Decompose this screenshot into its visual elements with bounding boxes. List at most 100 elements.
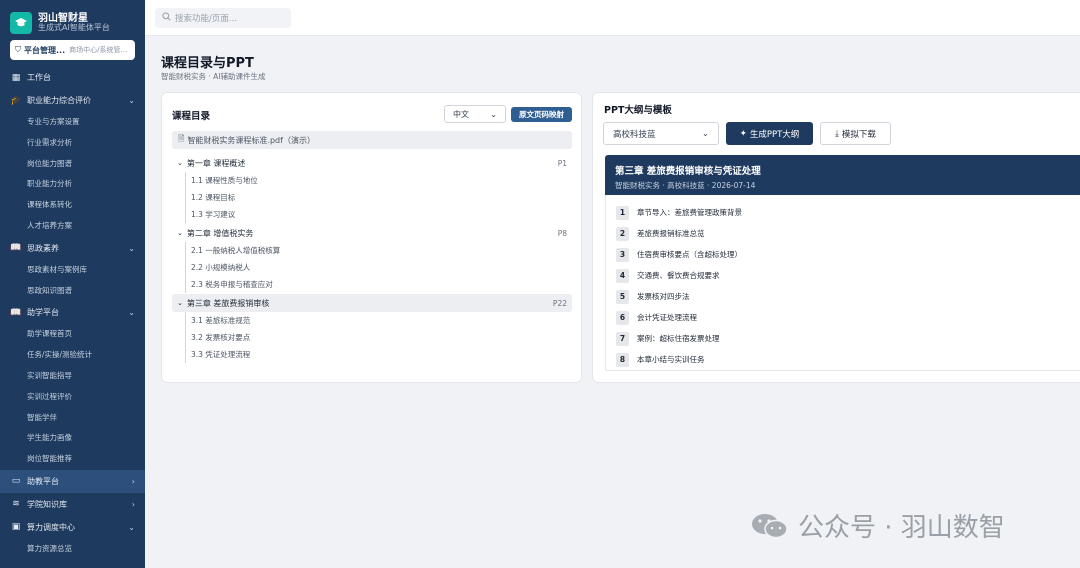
generate-outline-label: 生成PPT大纲 (749, 129, 800, 140)
section-row[interactable]: 3.2 发票核对要点 (186, 329, 572, 346)
sidebar-sub-item[interactable]: 岗位能力图谱 (0, 154, 145, 175)
catalog-card: 课程目录 中文 ⌄ 原文页码映射 🗎 智能财税实务课程标准.pdf（演示） ⌄ … (161, 92, 582, 383)
sidebar-sub-item[interactable]: 专业与方案设置 (0, 112, 145, 133)
sidebar-sub-item[interactable]: 助学课程首页 (0, 324, 145, 345)
role-main: 平台管理... (24, 45, 66, 55)
chevron-down-icon: ⌄ (177, 229, 183, 237)
outline-item: 5 发票核对四步法 (616, 286, 1080, 307)
section-row[interactable]: 3.3 凭证处理流程 (186, 346, 572, 363)
sidebar-sub-item[interactable]: 思政素材与案例库 (0, 260, 145, 281)
sidebar-sub-item[interactable]: 人才培养方案 (0, 216, 145, 237)
chevron-down-icon: ⌄ (177, 159, 183, 167)
role-switcher[interactable]: ⛉ 平台管理... 商场中心/系统管... (10, 40, 135, 60)
brand: 羽山智财星 生成式AI智能体平台 (0, 0, 145, 36)
download-label: 模拟下载 (841, 129, 876, 140)
nav-group-study[interactable]: 📖 助学平台 ⌄ (0, 301, 145, 324)
sparkle-icon: ✦ (739, 128, 747, 139)
sidebar-sub-item[interactable]: 任务/实操/测验统计 (0, 345, 145, 366)
search-input[interactable]: 搜索功能/页面... (155, 8, 291, 28)
chevron-down-icon: ⌄ (701, 128, 709, 139)
template-value: 高校科技蓝 (613, 129, 656, 140)
ppt-card: PPT大纲与模板 高校科技蓝 ⌄ ✦ 生成PPT大纲 ⤓ 模拟下载 第三章 差旅… (592, 92, 1080, 383)
outline-number: 7 (616, 331, 629, 346)
chevron-down-icon: ⌄ (128, 243, 135, 253)
slide-preview-header: 第三章 差旅费报销审核与凭证处理 智能财税实务 · 高校科技蓝 · 2026-0… (605, 155, 1080, 195)
outline-number: 1 (616, 205, 629, 220)
sidebar-sub-item[interactable]: 智能学伴 (0, 408, 145, 429)
chevron-right-icon: › (131, 476, 135, 486)
chapter-title: 第一章 课程概述 (186, 158, 246, 168)
shield-icon: ⛉ (15, 45, 21, 54)
download-button[interactable]: ⤓ 模拟下载 (820, 122, 891, 145)
nav-group-label: 算力调度中心 (27, 522, 75, 532)
sidebar-sub-item[interactable]: 思政知识图谱 (0, 281, 145, 302)
nav-group-ideology[interactable]: 📖 思政素养 ⌄ (0, 237, 145, 260)
outline-text: 会计凭证处理流程 (637, 313, 697, 322)
nav-group-compute[interactable]: ▣ 算力调度中心 ⌄ (0, 516, 145, 539)
sidebar-sub-item[interactable]: 课程体系转化 (0, 195, 145, 216)
outline-number: 4 (616, 268, 629, 283)
topbar: 搜索功能/页面... (145, 0, 1080, 36)
outline-text: 差旅费报销标准总览 (637, 229, 705, 238)
nav-group-ability[interactable]: 🎓 职业能力综合评价 ⌄ (0, 89, 145, 112)
outline-item: 3 住宿费审核要点（含超标处理） (616, 244, 1080, 265)
book-icon: 📖 (10, 307, 22, 318)
nav-group-knowledge[interactable]: ≋ 学院知识库 › (0, 493, 145, 516)
section-row[interactable]: 2.1 一般纳税人增值税核算 (186, 242, 572, 259)
outline-text: 章节导入：差旅费管理政策背景 (637, 208, 742, 217)
chapter-row-selected[interactable]: ⌄ 第三章 差旅费报销审核 P22 (172, 294, 572, 312)
outline-text: 案例：超标住宿发票处理 (637, 334, 720, 343)
sidebar-sub-item[interactable]: 职业能力分析 (0, 174, 145, 195)
outline-item: 1 章节导入：差旅费管理政策背景 (616, 202, 1080, 223)
nav-group-teaching[interactable]: ▭ 助教平台 › (0, 469, 145, 493)
chapter-row[interactable]: ⌄ 第一章 课程概述 P1 (172, 154, 572, 172)
template-select[interactable]: 高校科技蓝 ⌄ (603, 122, 719, 145)
section-row[interactable]: 1.1 课程性质与地位 (186, 172, 572, 189)
nav-workbench[interactable]: ▦ 工作台 (0, 66, 145, 89)
monitor-icon: ▭ (11, 476, 21, 487)
sidebar-sub-item[interactable]: 实训智能指导 (0, 366, 145, 387)
sidebar-sub-item[interactable]: 算力资源总览 (0, 539, 145, 560)
section-row[interactable]: 1.2 课程目标 (186, 189, 572, 206)
sidebar: 羽山智财星 生成式AI智能体平台 ⛉ 平台管理... 商场中心/系统管... ▦… (0, 0, 145, 568)
section-row[interactable]: 2.3 税务申报与稽查应对 (186, 276, 572, 293)
section-row[interactable]: 3.1 差旅标准规范 (186, 312, 572, 329)
outline-item: 8 本章小结与实训任务 (616, 349, 1080, 370)
page-mapping-button[interactable]: 原文页码映射 (511, 107, 572, 122)
page-title: 课程目录与PPT (161, 56, 254, 71)
sidebar-sub-item[interactable]: 行业需求分析 (0, 133, 145, 154)
watermark: 公众号 · 羽山数智 (750, 507, 1005, 544)
nav-workbench-label: 工作台 (27, 73, 51, 82)
chapter-row[interactable]: ⌄ 第二章 增值税实务 P8 (172, 224, 572, 242)
chevron-right-icon: › (131, 499, 135, 509)
outline-number: 6 (616, 310, 629, 325)
outline-item: 4 交通费、餐饮费合规要求 (616, 265, 1080, 286)
slide-outline: 1 章节导入：差旅费管理政策背景 2 差旅费报销标准总览 3 住宿费审核要点（含超标处… (605, 195, 1080, 371)
file-icon: 🗎 (178, 134, 185, 143)
language-select[interactable]: 中文 ⌄ (444, 105, 506, 123)
chevron-down-icon: ⌄ (128, 96, 135, 105)
language-value: 中文 (453, 109, 469, 119)
catalog-title: 课程目录 (172, 111, 211, 122)
outline-item: 2 差旅费报销标准总览 (616, 223, 1080, 244)
chapter-title: 第二章 增值税实务 (186, 228, 254, 238)
nav-group-label: 学院知识库 (27, 499, 67, 509)
sidebar-sub-item[interactable]: 岗位智能推荐 (0, 449, 145, 470)
section-row[interactable]: 2.2 小规模纳税人 (186, 259, 572, 276)
generate-outline-button[interactable]: ✦ 生成PPT大纲 (726, 122, 813, 145)
ppt-title: PPT大纲与模板 (604, 105, 672, 116)
nav-group-label: 助学平台 (27, 308, 59, 318)
outline-number: 5 (616, 289, 629, 304)
sidebar-sub-item[interactable]: 实训过程评价 (0, 387, 145, 408)
outline-text: 交通费、餐饮费合规要求 (637, 271, 720, 280)
outline-text: 住宿费审核要点（含超标处理） (637, 250, 742, 259)
section-row[interactable]: 1.3 学习建议 (186, 206, 572, 223)
sidebar-sub-item[interactable]: 学生能力画像 (0, 428, 145, 449)
outline-text: 发票核对四步法 (637, 292, 690, 301)
outline-number: 2 (616, 226, 629, 241)
chapter-title: 第三章 差旅费报销审核 (186, 298, 270, 308)
nav-group-label: 职业能力综合评价 (27, 96, 91, 105)
chapter-page: P8 (557, 228, 567, 238)
graduation-cap-icon: 🎓 (10, 95, 22, 106)
source-file[interactable]: 🗎 智能财税实务课程标准.pdf（演示） (172, 131, 572, 149)
